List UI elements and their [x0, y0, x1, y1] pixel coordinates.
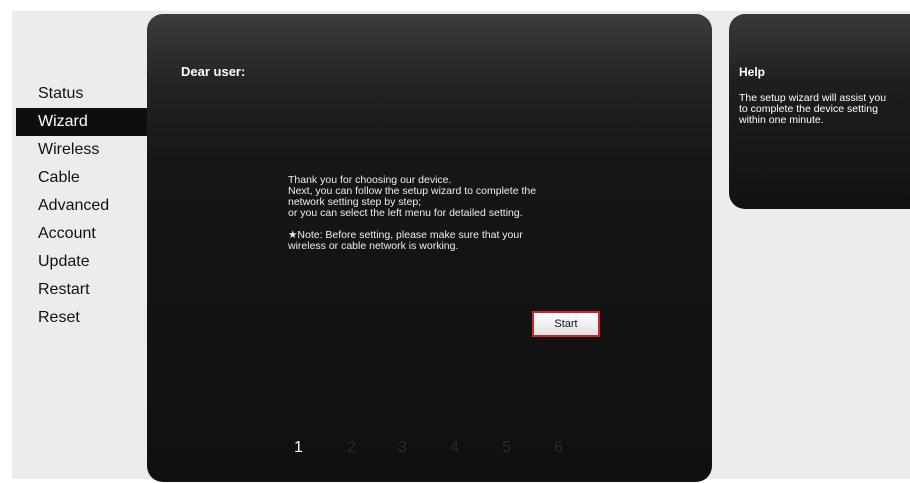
- step-3: 3: [398, 439, 407, 456]
- greeting-heading: Dear user:: [181, 64, 246, 79]
- note-line: wireless or cable network is working.: [288, 240, 459, 252]
- wizard-panel: Dear user: Thank you for choosing our de…: [147, 14, 712, 482]
- step-4: 4: [450, 439, 459, 456]
- step-5: 5: [502, 439, 511, 456]
- step-6: 6: [554, 439, 563, 456]
- start-button[interactable]: Start: [532, 311, 600, 337]
- sidebar-item-status[interactable]: Status: [16, 80, 147, 108]
- help-line: within one minute.: [739, 114, 824, 126]
- wizard-intro-text: Thank you for choosing our device. Next,…: [288, 175, 598, 252]
- sidebar-item-wireless[interactable]: Wireless: [16, 136, 147, 164]
- sidebar-item-update[interactable]: Update: [16, 248, 147, 276]
- wizard-step-indicator: 1 2 3 4 5 6: [147, 439, 712, 463]
- step-1: 1: [294, 439, 303, 456]
- intro-line: or you can select the left menu for deta…: [288, 207, 523, 219]
- help-panel: Help The setup wizard will assist you to…: [729, 14, 910, 209]
- sidebar-item-wizard[interactable]: Wizard: [16, 108, 147, 136]
- sidebar-item-reset[interactable]: Reset: [16, 304, 147, 332]
- sidebar-menu: Status Wizard Wireless Cable Advanced Ac…: [16, 80, 147, 332]
- sidebar-item-restart[interactable]: Restart: [16, 276, 147, 304]
- sidebar-item-cable[interactable]: Cable: [16, 164, 147, 192]
- help-title: Help: [739, 65, 766, 79]
- sidebar-item-account[interactable]: Account: [16, 220, 147, 248]
- sidebar-item-advanced[interactable]: Advanced: [16, 192, 147, 220]
- help-text: The setup wizard will assist you to comp…: [739, 93, 910, 126]
- step-2: 2: [347, 439, 356, 456]
